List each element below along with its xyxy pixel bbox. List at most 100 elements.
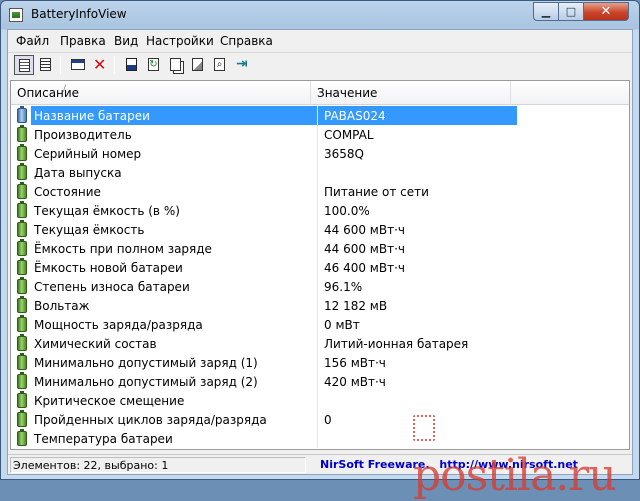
toolbar-separator <box>114 56 115 74</box>
table-row[interactable]: Серийный номер 3658Q <box>11 144 629 163</box>
column-description-label: Описание <box>17 86 80 100</box>
battery-icon <box>17 201 27 218</box>
save-icon <box>126 58 137 71</box>
battery-icon <box>17 277 27 294</box>
close-button[interactable]: ✕ <box>583 2 629 21</box>
table-row[interactable]: Степень износа батареи 96.1% <box>11 277 629 296</box>
table-row[interactable]: Мощность заряда/разряда 0 мВт <box>11 315 629 334</box>
battery-info-list[interactable]: Описание ∕ Значение Название батареи PABA… <box>10 80 630 450</box>
title-bar[interactable]: BatteryInfoView ▁ □ ✕ <box>1 1 639 29</box>
row-value: Литий-ионная батарея <box>317 334 517 353</box>
row-value: 12 182 мВ <box>317 296 517 315</box>
menu-help[interactable]: Справка <box>220 34 273 48</box>
row-value: 46 400 мВт·ч <box>317 258 517 277</box>
maximize-button[interactable]: □ <box>558 2 584 21</box>
table-row[interactable]: Дата выпуска <box>11 163 629 182</box>
row-description: Температура батареи <box>34 432 173 446</box>
row-description: Минимально допустимый заряд (2) <box>34 375 258 389</box>
battery-icon <box>17 144 27 161</box>
copy-button[interactable] <box>166 55 186 75</box>
row-value: 44 600 мВт·ч <box>317 220 517 239</box>
properties-icon <box>71 59 85 70</box>
row-description: Текущая ёмкость <box>34 223 145 237</box>
table-row[interactable]: Ёмкость при полном заряде 44 600 мВт·ч <box>11 239 629 258</box>
toolbar-separator <box>60 56 61 74</box>
battery-icon <box>17 353 27 370</box>
exit-button[interactable]: ⇥ <box>232 55 252 75</box>
sort-arrow-icon: ∕ <box>63 84 67 94</box>
battery-icon <box>17 106 27 123</box>
battery-icon <box>17 182 27 199</box>
row-description: Степень износа батареи <box>34 280 190 294</box>
list-header: Описание ∕ Значение <box>11 81 629 105</box>
table-row[interactable]: Текущая ёмкость 44 600 мВт·ч <box>11 220 629 239</box>
refresh-icon: ↻ <box>148 58 159 71</box>
menu-bar: Файл Правка Вид Настройки Справка <box>8 30 632 52</box>
row-description: Серийный номер <box>34 147 142 161</box>
battery-icon <box>17 239 27 256</box>
battery-icon <box>17 410 27 427</box>
battery-icon <box>17 220 27 237</box>
row-value: Питание от сети <box>317 182 517 201</box>
table-row[interactable]: Минимально допустимый заряд (1) 156 мВт·ч <box>11 353 629 372</box>
row-value: 3658Q <box>317 144 517 163</box>
app-window: BatteryInfoView ▁ □ ✕ Файл Правка Вид На… <box>0 0 640 501</box>
menu-view[interactable]: Вид <box>114 34 138 48</box>
battery-icon <box>17 258 27 275</box>
watermark-stamp-icon <box>413 415 435 441</box>
status-item-count: Элементов: 22, выбрано: 1 <box>10 457 306 473</box>
row-description: Дата выпуска <box>34 166 122 180</box>
table-row[interactable]: Химический состав Литий-ионная батарея <box>11 334 629 353</box>
row-value: 156 мВт·ч <box>317 353 517 372</box>
menu-edit[interactable]: Правка <box>60 34 106 48</box>
table-row[interactable]: Название батареи PABAS024 <box>11 106 629 125</box>
delete-button[interactable]: ✕ <box>90 55 110 75</box>
html-report-icon <box>192 58 203 71</box>
table-row[interactable]: Минимально допустимый заряд (2) 420 мВт·ч <box>11 372 629 391</box>
properties-button[interactable] <box>68 55 88 75</box>
html-report-button[interactable] <box>188 55 208 75</box>
menu-settings[interactable]: Настройки <box>146 34 214 48</box>
row-description: Ёмкость новой батареи <box>34 261 183 275</box>
battery-icon <box>17 391 27 408</box>
battery-icon <box>17 315 27 332</box>
minimize-button[interactable]: ▁ <box>533 2 559 21</box>
view-grid-button[interactable] <box>14 55 34 75</box>
table-row[interactable]: Состояние Питание от сети <box>11 182 629 201</box>
battery-icon <box>17 296 27 313</box>
battery-icon <box>17 334 27 351</box>
row-description: Мощность заряда/разряда <box>34 318 203 332</box>
save-button[interactable] <box>122 55 142 75</box>
table-row[interactable]: Вольтаж 12 182 мВ <box>11 296 629 315</box>
row-value: COMPAL <box>317 125 517 144</box>
list-rows: Название батареи PABAS024 Производитель COM… <box>11 106 629 448</box>
battery-icon <box>17 372 27 389</box>
column-header-value[interactable]: Значение <box>311 81 511 105</box>
row-value: 0 мВт <box>317 315 517 334</box>
table-row[interactable]: Текущая ёмкость (в %) 100.0% <box>11 201 629 220</box>
battery-icon <box>17 125 27 142</box>
row-description: Минимально допустимый заряд (1) <box>34 356 258 370</box>
row-description: Название батареи <box>31 106 317 125</box>
find-button[interactable]: ⌕ <box>210 55 230 75</box>
table-row[interactable]: Ёмкость новой батареи 46 400 мВт·ч <box>11 258 629 277</box>
row-value: 100.0% <box>317 201 517 220</box>
watermark-text: postila.ru <box>413 450 617 501</box>
row-value: PABAS024 <box>317 106 517 125</box>
menu-file[interactable]: Файл <box>16 34 49 48</box>
row-value: 44 600 мВт·ч <box>317 239 517 258</box>
refresh-button[interactable]: ↻ <box>144 55 164 75</box>
app-icon <box>9 8 23 22</box>
row-description: Критическое смещение <box>34 394 185 408</box>
view-report-button[interactable] <box>36 55 56 75</box>
toolbar: ✕ ↻ ⌕ ⇥ <box>8 52 632 76</box>
row-description: Состояние <box>34 185 101 199</box>
battery-icon <box>17 163 27 180</box>
row-value: 96.1% <box>317 277 517 296</box>
table-row[interactable]: Производитель COMPAL <box>11 125 629 144</box>
row-description: Пройденных циклов заряда/разряда <box>34 413 267 427</box>
find-icon: ⌕ <box>214 58 225 71</box>
column-header-description[interactable]: Описание ∕ <box>11 81 311 105</box>
row-description: Химический состав <box>34 337 157 351</box>
row-description: Текущая ёмкость (в %) <box>34 204 180 218</box>
